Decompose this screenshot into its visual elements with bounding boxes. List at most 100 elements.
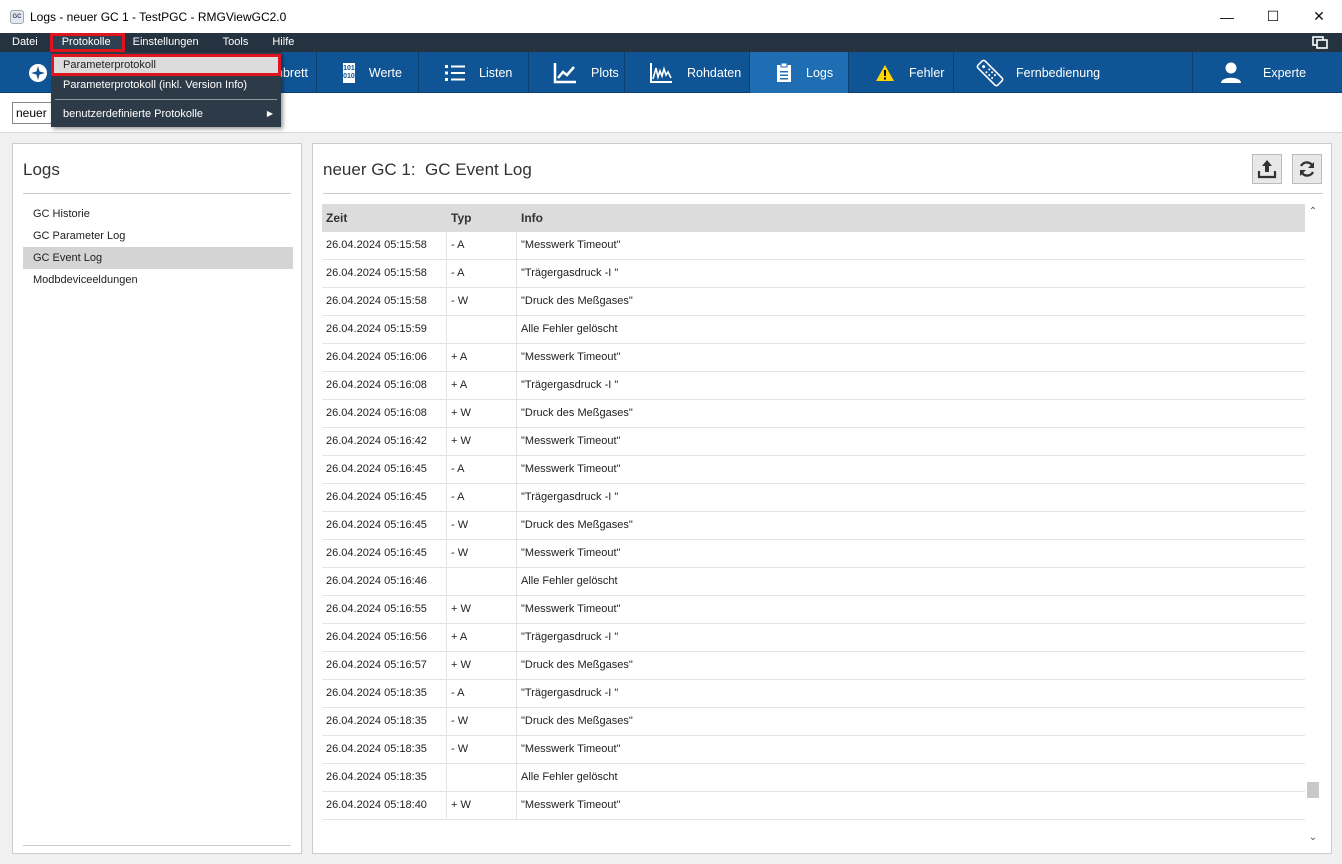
table-row[interactable]: 26.04.2024 05:16:57 + W "Druck des Meßgas… bbox=[322, 652, 1305, 680]
dashboard-icon bbox=[26, 61, 50, 85]
cell-info: "Messwerk Timeout" bbox=[521, 547, 621, 559]
export-icon bbox=[1257, 160, 1277, 179]
menu-item-parameterprotokoll[interactable]: Parameterprotokoll bbox=[51, 54, 281, 76]
table-scrollbar[interactable]: ⌃ ⌄ bbox=[1305, 204, 1321, 848]
nav-item-gc-event-log[interactable]: GC Event Log bbox=[23, 247, 293, 269]
nav-item-gc-parameter-log[interactable]: GC Parameter Log bbox=[23, 225, 293, 247]
nav-item-gc-historie[interactable]: GC Historie bbox=[23, 203, 293, 225]
menu-tools[interactable]: Tools bbox=[211, 33, 261, 52]
export-button[interactable] bbox=[1252, 154, 1282, 184]
minimize-button[interactable]: — bbox=[1204, 0, 1250, 33]
table-row[interactable]: 26.04.2024 05:16:46 Alle Fehler gelöscht bbox=[322, 568, 1305, 596]
menu-separator bbox=[55, 99, 277, 100]
toolbar-werte-label: Werte bbox=[368, 65, 402, 80]
cell-info: "Druck des Meßgases" bbox=[521, 295, 633, 307]
toolbar-plots[interactable]: Plots bbox=[529, 52, 625, 93]
menu-protokolle[interactable]: Protokolle bbox=[49, 33, 125, 52]
menu-item-benutzerdefinierte-protokolle[interactable]: benutzerdefinierte Protokolle ▶ bbox=[51, 103, 281, 125]
menu-hilfe[interactable]: Hilfe bbox=[260, 33, 306, 52]
toolbar-werte[interactable]: 101 010 Werte bbox=[317, 52, 419, 93]
cell-typ bbox=[447, 316, 517, 343]
cell-zeit: 26.04.2024 05:18:35 bbox=[322, 736, 447, 763]
cell-typ: - A bbox=[447, 484, 517, 511]
table-row[interactable]: 26.04.2024 05:16:45- A "Trägergasdruck -… bbox=[322, 484, 1305, 512]
divider bbox=[23, 845, 291, 846]
menu-einstellungen[interactable]: Einstellungen bbox=[125, 33, 211, 52]
clipboard-icon bbox=[776, 61, 792, 85]
toolbar-fernbedienung[interactable]: Fernbedienung bbox=[954, 52, 1193, 93]
menu-item-parameterprotokoll-version[interactable]: Parameterprotokoll (inkl. Version Info) bbox=[51, 74, 281, 96]
cell-info: "Druck des Meßgases" bbox=[521, 519, 633, 531]
menu-datei[interactable]: Datei bbox=[0, 33, 50, 52]
table-row[interactable]: 26.04.2024 05:16:08 + A "Trägergasdruck -… bbox=[322, 372, 1305, 400]
cell-typ: - W bbox=[447, 708, 517, 735]
toolbar-listen-label: Listen bbox=[479, 65, 513, 80]
cell-zeit: 26.04.2024 05:16:46 bbox=[322, 568, 447, 595]
table-row[interactable]: 26.04.2024 05:16:56 + A "Trägergasdruck -… bbox=[322, 624, 1305, 652]
cell-typ: + W bbox=[447, 792, 517, 819]
table-row[interactable]: 26.04.2024 05:18:40 + W "Messwerk Timeout… bbox=[322, 792, 1305, 820]
toolbar-experte-label: Experte bbox=[1263, 65, 1307, 80]
cell-zeit: 26.04.2024 05:18:40 bbox=[322, 792, 447, 819]
refresh-button[interactable] bbox=[1292, 154, 1322, 184]
cell-zeit: 26.04.2024 05:16:06 bbox=[322, 344, 447, 371]
table-row[interactable]: 26.04.2024 05:16:45- W "Druck des Meßgas… bbox=[322, 512, 1305, 540]
column-header-zeit[interactable]: Zeit bbox=[322, 204, 447, 232]
cell-zeit: 26.04.2024 05:15:58 bbox=[322, 288, 447, 315]
table-row[interactable]: 26.04.2024 05:15:59 Alle Fehler gelöscht bbox=[322, 316, 1305, 344]
table-row[interactable]: 26.04.2024 05:18:35- W "Messwerk Timeout… bbox=[322, 736, 1305, 764]
table-row[interactable]: 26.04.2024 05:15:58- W "Druck des Meßgas… bbox=[322, 288, 1305, 316]
maximize-button[interactable]: ☐ bbox=[1250, 0, 1296, 33]
toolbar-plots-label: Plots bbox=[591, 65, 619, 80]
toolbar-fehler-label: Fehler bbox=[909, 65, 945, 80]
toolbar-experte[interactable]: Experte bbox=[1193, 52, 1342, 93]
table-row[interactable]: 26.04.2024 05:16:42 + W "Messwerk Timeout… bbox=[322, 428, 1305, 456]
cell-info: "Druck des Meßgases" bbox=[521, 715, 633, 727]
warning-icon bbox=[875, 61, 895, 85]
column-header-info[interactable]: Info bbox=[517, 204, 1305, 232]
scroll-up-icon[interactable]: ⌃ bbox=[1305, 206, 1321, 220]
toolbar-fehler[interactable]: Fehler bbox=[849, 52, 954, 93]
close-button[interactable]: ✕ bbox=[1296, 0, 1342, 33]
cell-info: "Druck des Meßgases" bbox=[521, 407, 633, 419]
toolbar-listen[interactable]: Listen bbox=[419, 52, 529, 93]
refresh-icon bbox=[1299, 161, 1315, 177]
toolbar-rohdaten[interactable]: Rohdaten bbox=[625, 52, 750, 93]
nav-item-modbdeviceeldungen[interactable]: Modbdeviceeldungen bbox=[23, 269, 293, 291]
cell-info: "Trägergasdruck -I " bbox=[521, 631, 619, 643]
table-row[interactable]: 26.04.2024 05:18:35- W "Druck des Meßgas… bbox=[322, 708, 1305, 736]
cell-info: Alle Fehler gelöscht bbox=[521, 771, 618, 783]
table-row[interactable]: 26.04.2024 05:18:35- A "Trägergasdruck -… bbox=[322, 680, 1305, 708]
column-header-typ[interactable]: Typ bbox=[447, 204, 517, 232]
toolbar-logs[interactable]: Logs bbox=[750, 52, 849, 93]
cell-zeit: 26.04.2024 05:16:55 bbox=[322, 596, 447, 623]
cell-zeit: 26.04.2024 05:15:58 bbox=[322, 260, 447, 287]
restore-window-icon[interactable] bbox=[1312, 36, 1328, 49]
scroll-thumb[interactable] bbox=[1307, 782, 1319, 798]
table-row[interactable]: 26.04.2024 05:16:08 + W "Druck des Meßgas… bbox=[322, 400, 1305, 428]
title-bar: GC Logs - neuer GC 1 - TestPGC - RMGView… bbox=[0, 0, 1342, 33]
chart-icon bbox=[553, 61, 577, 85]
cell-info: "Trägergasdruck -I " bbox=[521, 267, 619, 279]
scroll-down-icon[interactable]: ⌄ bbox=[1305, 832, 1321, 846]
cell-zeit: 26.04.2024 05:16:08 bbox=[322, 372, 447, 399]
table-row[interactable]: 26.04.2024 05:16:45- W "Messwerk Timeout… bbox=[322, 540, 1305, 568]
cell-info: "Druck des Meßgases" bbox=[521, 659, 633, 671]
table-row[interactable]: 26.04.2024 05:15:58- A "Messwerk Timeout… bbox=[322, 232, 1305, 260]
event-log-table: Zeit Typ Info 26.04.2024 05:15:58- A "Me… bbox=[322, 204, 1305, 820]
cell-typ: + A bbox=[447, 624, 517, 651]
table-row[interactable]: 26.04.2024 05:18:35 Alle Fehler gelöscht bbox=[322, 764, 1305, 792]
cell-zeit: 26.04.2024 05:16:57 bbox=[322, 652, 447, 679]
table-row[interactable]: 26.04.2024 05:16:55 + W "Messwerk Timeout… bbox=[322, 596, 1305, 624]
menu-bar: Datei Protokolle Einstellungen Tools Hil… bbox=[0, 33, 1342, 52]
table-row[interactable]: 26.04.2024 05:16:45- A "Messwerk Timeout… bbox=[322, 456, 1305, 484]
table-row[interactable]: 26.04.2024 05:15:58- A "Trägergasdruck -… bbox=[322, 260, 1305, 288]
cell-typ: - W bbox=[447, 512, 517, 539]
cell-zeit: 26.04.2024 05:15:58 bbox=[322, 232, 447, 259]
table-row[interactable]: 26.04.2024 05:16:06 + A "Messwerk Timeout… bbox=[322, 344, 1305, 372]
table-header: Zeit Typ Info bbox=[322, 204, 1305, 232]
cell-typ bbox=[447, 764, 517, 791]
cell-typ: + A bbox=[447, 344, 517, 371]
window-title: Logs - neuer GC 1 - TestPGC - RMGViewGC2… bbox=[30, 9, 287, 24]
cell-zeit: 26.04.2024 05:16:45 bbox=[322, 484, 447, 511]
